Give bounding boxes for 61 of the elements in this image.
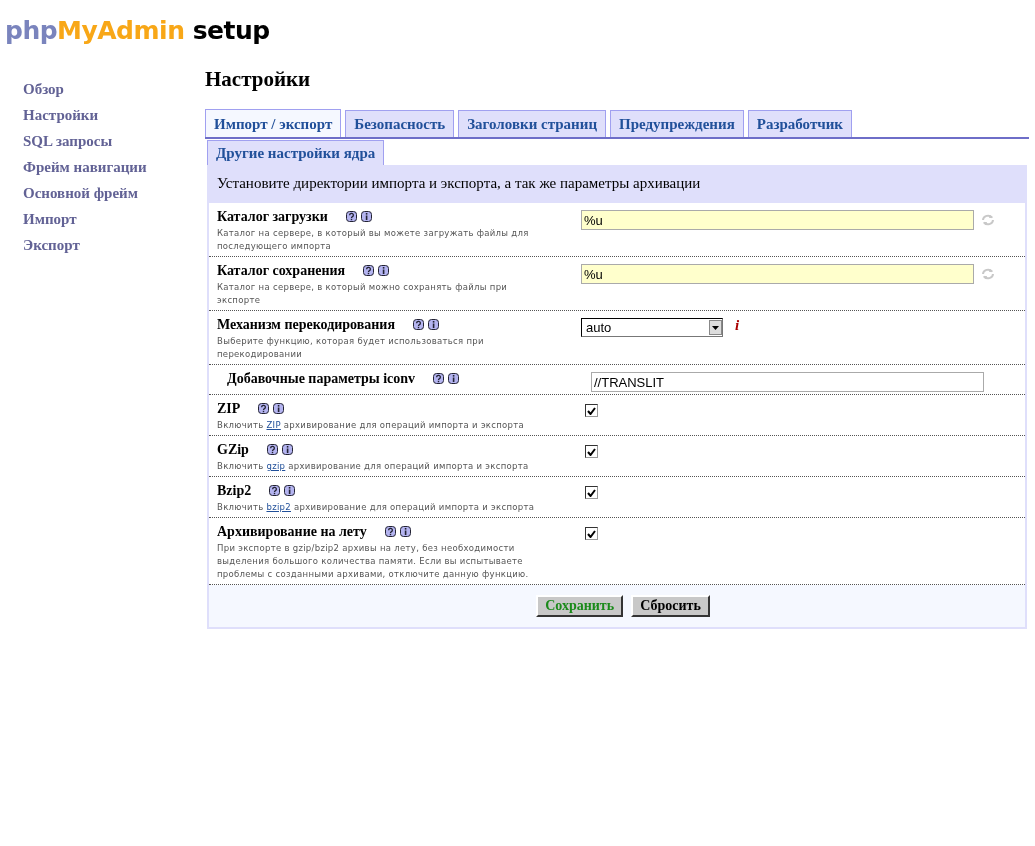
help-icon[interactable] <box>433 373 445 384</box>
setting-label: Архивирование на лету <box>217 523 367 541</box>
info-icon[interactable] <box>378 265 390 276</box>
setting-description: Каталог на сервере, в который можно сохранять файлы при экспорте <box>217 281 509 307</box>
checkbox[interactable] <box>585 445 598 458</box>
setting-label: GZip <box>217 441 249 459</box>
tab[interactable]: Заголовки страниц <box>458 110 607 137</box>
info-icon[interactable] <box>281 444 293 455</box>
info-icon[interactable] <box>448 373 460 384</box>
reset-button[interactable]: Сбросить <box>631 595 710 617</box>
sidebar-link[interactable]: Экспорт <box>23 236 80 255</box>
checkbox[interactable] <box>585 527 598 540</box>
help-icon[interactable] <box>266 444 278 455</box>
setting-label: Bzip2 <box>217 482 252 500</box>
setting-label: ZIP <box>217 400 241 418</box>
sidebar-link[interactable]: Импорт <box>23 210 77 229</box>
info-icon[interactable] <box>360 211 372 222</box>
doc-link[interactable]: ZIP <box>266 420 281 430</box>
info-mark: i <box>735 318 740 333</box>
setting-label: Каталог сохранения <box>217 262 346 280</box>
subtab[interactable]: Другие настройки ядра <box>207 140 385 165</box>
input-field[interactable]: %u <box>581 210 974 230</box>
setting-label: Каталог загрузки <box>217 208 328 226</box>
help-icon[interactable] <box>345 211 357 222</box>
setting-description: Каталог на сервере, в который вы можете загружать файлы для последующего импорта <box>217 227 530 253</box>
checkbox[interactable] <box>585 404 598 417</box>
checkbox[interactable] <box>585 486 598 499</box>
setting-label: Механизм перекодирования <box>217 316 395 334</box>
tab[interactable]: Разработчик <box>747 110 852 137</box>
setting-description: Включить gzip архивирование для операций импорта и экспорта <box>217 460 530 473</box>
tab[interactable]: Импорт / экспорт <box>205 109 342 137</box>
info-icon[interactable] <box>273 403 285 414</box>
doc-link[interactable]: gzip <box>266 461 286 471</box>
info-icon[interactable] <box>428 319 439 330</box>
info-icon[interactable] <box>399 526 411 537</box>
logo: phpMyAdmin setup <box>5 15 270 47</box>
tab[interactable]: Безопасность <box>345 110 455 137</box>
setting-description: Выберите функцию, которая будет использоваться при перекодировании <box>217 335 485 361</box>
sidebar-link[interactable]: Обзор <box>23 80 64 99</box>
dropdown-arrow-icon[interactable] <box>712 325 719 330</box>
setting-label: Добавочные параметры iconv <box>227 370 416 388</box>
setting-description: Включить bzip2 архивирование для операций импорта и экспорта <box>217 501 536 514</box>
tab[interactable]: Предупреждения <box>610 110 744 137</box>
panel-heading: Установите директории импорта и экспорта, а так же параметры архивации <box>207 165 1027 203</box>
sidebar-link[interactable]: Фрейм навигации <box>23 158 147 177</box>
help-icon[interactable] <box>269 485 281 496</box>
help-icon[interactable] <box>363 265 375 276</box>
help-icon[interactable] <box>384 526 396 537</box>
doc-link[interactable]: bzip2 <box>266 502 291 512</box>
sidebar-link[interactable]: Основной фрейм <box>23 184 138 203</box>
help-icon[interactable] <box>413 319 424 330</box>
select-field[interactable]: auto <box>581 318 723 337</box>
page-title: Настройки <box>205 66 312 92</box>
sidebar-link[interactable]: Настройки <box>23 106 99 125</box>
setting-description: При экспорте в gzip/bzip2 архивы на лету, без необходимости выделения большого количества памяти. Если вы испытываете проблемы с созданными архивами, отключите данную функцию. <box>217 542 530 581</box>
help-icon[interactable] <box>258 403 270 414</box>
input-field[interactable]: //TRANSLIT <box>591 372 984 392</box>
input-field[interactable]: %u <box>581 264 974 284</box>
info-icon[interactable] <box>284 485 296 496</box>
setting-description: Включить ZIP архивирование для операций импорта и экспорта <box>217 419 526 432</box>
sidebar-link[interactable]: SQL запросы <box>23 132 113 151</box>
